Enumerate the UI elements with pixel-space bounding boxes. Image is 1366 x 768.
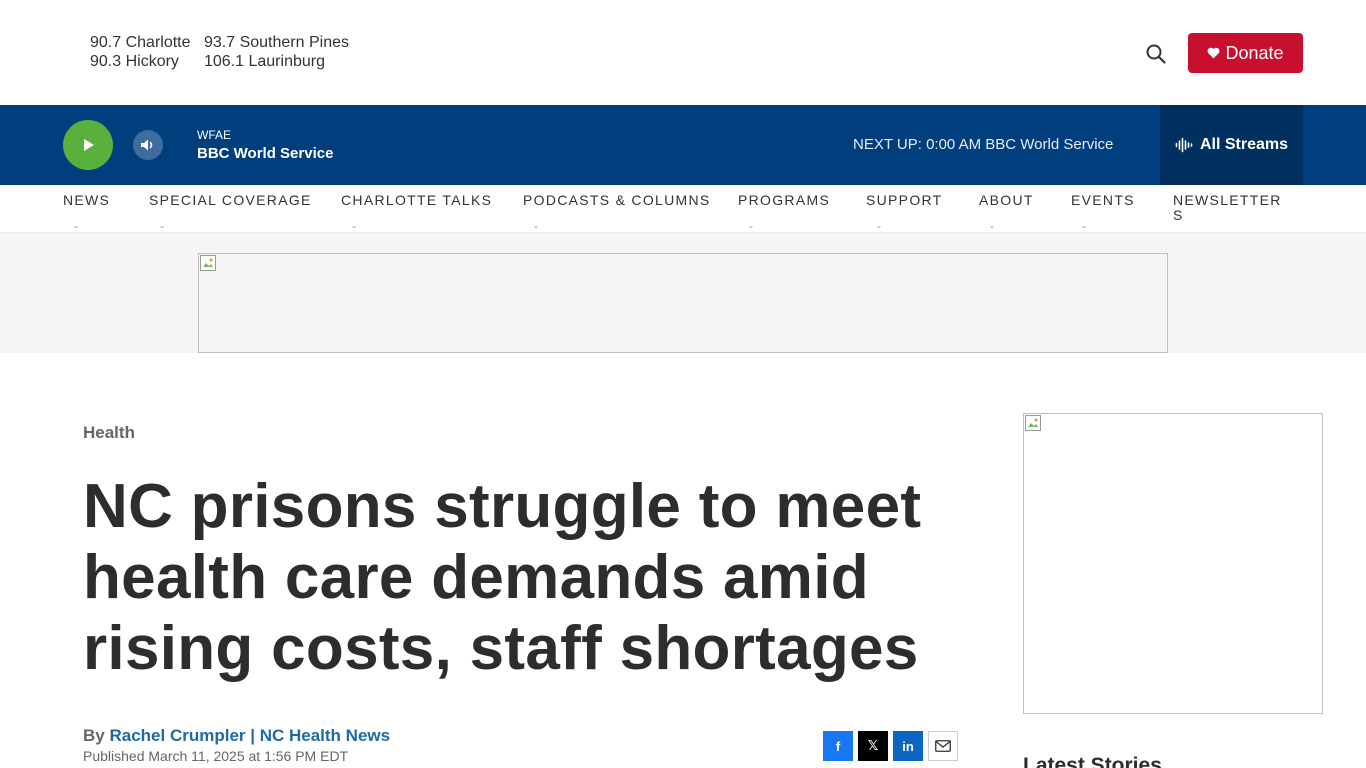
next-up-text: NEXT UP: 0:00 AM BBC World Service: [853, 136, 1114, 153]
play-icon: [84, 139, 94, 151]
frequency-hickory: 90.3 Hickory: [90, 53, 179, 70]
sidebar-ad[interactable]: [1023, 413, 1323, 714]
nav-item-newsletters[interactable]: NEWSLETTERS: [1173, 193, 1283, 223]
play-button[interactable]: [63, 120, 113, 170]
nav-label: ABOUT: [979, 192, 1034, 208]
program-name: BBC World Service: [197, 145, 334, 162]
share-facebook-button[interactable]: f: [823, 731, 853, 761]
byline-prefix: By: [83, 726, 110, 745]
all-streams-button[interactable]: All Streams: [1160, 105, 1303, 185]
chevron-down-icon: ⌄: [988, 221, 996, 230]
nav-item-support[interactable]: SUPPORT ⌄: [866, 193, 943, 233]
nav-item-events[interactable]: EVENTS ⌄: [1071, 193, 1135, 233]
live-player-bar: WFAE BBC World Service NEXT UP: 0:00 AM …: [0, 105, 1366, 185]
nav-label: EVENTS: [1071, 192, 1135, 208]
nav-item-charlotte-talks[interactable]: CHARLOTTE TALKS ⌄: [341, 193, 492, 233]
facebook-icon: f: [835, 738, 841, 754]
search-icon: [1146, 44, 1166, 64]
nav-label: PODCASTS & COLUMNS: [523, 192, 711, 208]
nav-label: PROGRAMS: [738, 192, 831, 208]
share-linkedin-button[interactable]: in: [893, 731, 923, 761]
station-frequencies: 90.7 Charlotte 93.7 Southern Pines 90.3 …: [90, 34, 349, 71]
share-email-button[interactable]: [928, 731, 958, 761]
audio-wave-icon: [1175, 137, 1193, 153]
nav-item-news[interactable]: NEWS ⌄: [63, 193, 110, 233]
volume-button[interactable]: [133, 130, 163, 160]
now-playing: WFAE BBC World Service: [197, 128, 333, 162]
x-icon: 𝕏: [867, 738, 879, 753]
broken-image-icon: [200, 255, 216, 271]
all-streams-label: All Streams: [1199, 136, 1289, 153]
main-nav: NEWS ⌄ SPECIAL COVERAGE ⌄ CHARLOTTE TALK…: [0, 185, 1366, 233]
author-link[interactable]: Rachel Crumpler | NC Health News: [109, 726, 390, 745]
nav-item-programs[interactable]: PROGRAMS ⌄: [738, 193, 830, 233]
frequency-southern-pines: 93.7 Southern Pines: [204, 34, 349, 51]
published-date: Published March 11, 2025 at 1:56 PM EDT: [83, 748, 349, 764]
chevron-down-icon: ⌄: [747, 221, 755, 230]
volume-icon: [141, 139, 153, 151]
nav-item-podcasts-columns[interactable]: PODCASTS & COLUMNS ⌄: [523, 193, 711, 233]
station-name: WFAE: [197, 128, 232, 142]
byline: By Rachel Crumpler | NC Health News: [83, 726, 390, 746]
nav-label: SPECIAL COVERAGE: [149, 192, 312, 208]
chevron-down-icon: ⌄: [350, 221, 358, 230]
search-button[interactable]: [1140, 38, 1172, 70]
nav-label: NEWS: [63, 192, 111, 208]
frequency-charlotte: 90.7 Charlotte: [90, 34, 191, 51]
ad-banner-area: [0, 233, 1366, 353]
broken-image-icon: [1025, 415, 1041, 431]
chevron-down-icon: ⌄: [875, 221, 883, 230]
mail-icon: [935, 740, 951, 752]
nav-label: SUPPORT: [866, 192, 943, 208]
nav-item-about[interactable]: ABOUT ⌄: [979, 193, 1034, 233]
heart-icon: [1208, 47, 1220, 59]
nav-label: CHARLOTTE TALKS: [341, 192, 493, 208]
linkedin-icon: in: [902, 738, 914, 754]
article-section-label[interactable]: Health: [83, 423, 135, 443]
site-header: 90.7 Charlotte 93.7 Southern Pines 90.3 …: [0, 0, 1366, 105]
chevron-down-icon: ⌄: [158, 221, 166, 230]
donate-label: Donate: [1225, 42, 1284, 63]
share-buttons: f 𝕏 in: [823, 731, 958, 761]
donate-button[interactable]: Donate: [1188, 33, 1303, 73]
chevron-down-icon: ⌄: [532, 221, 540, 230]
frequency-laurinburg: 106.1 Laurinburg: [204, 53, 325, 70]
nav-label: NEWSLETTERS: [1173, 192, 1282, 223]
nav-item-special-coverage[interactable]: SPECIAL COVERAGE ⌄: [149, 193, 312, 233]
article-headline: NC prisons struggle to meet health care …: [83, 472, 922, 683]
chevron-down-icon: ⌄: [1080, 221, 1088, 230]
latest-stories-heading: Latest Stories: [1023, 754, 1162, 768]
share-x-button[interactable]: 𝕏: [858, 731, 888, 761]
chevron-down-icon: ⌄: [72, 221, 80, 230]
ad-banner[interactable]: [198, 253, 1168, 353]
